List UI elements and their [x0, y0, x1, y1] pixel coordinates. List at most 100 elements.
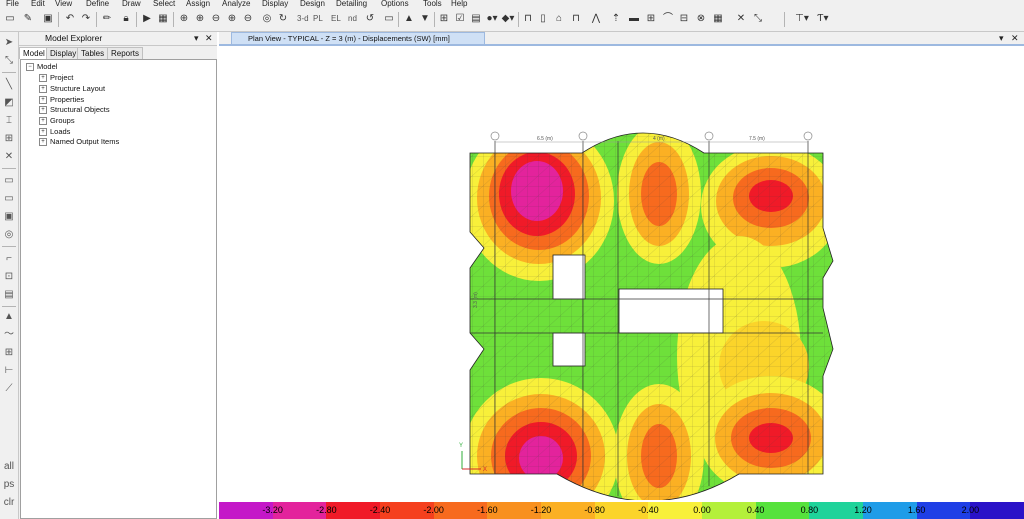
- table-icon[interactable]: ▤: [470, 12, 482, 26]
- draw-area-icon[interactable]: ▭: [2, 174, 16, 188]
- draw-link-icon[interactable]: ▬: [628, 12, 640, 26]
- model-check-icon[interactable]: ▦: [157, 12, 169, 26]
- pointer-icon[interactable]: ➤: [2, 36, 16, 50]
- draw-section-cut-icon[interactable]: ⊗: [695, 12, 707, 26]
- expand-icon[interactable]: +: [39, 106, 47, 115]
- expand-icon[interactable]: +: [39, 74, 47, 83]
- tree-node-named-output-items[interactable]: + Named Output Items: [39, 137, 119, 147]
- menu-assign[interactable]: Assign: [186, 0, 210, 8]
- draw-wall-icon[interactable]: ⌐: [2, 252, 16, 266]
- move-up-icon[interactable]: ▲: [403, 12, 415, 26]
- draw-column-icon[interactable]: ⌶: [2, 114, 16, 128]
- tab-plan-view[interactable]: Plan View - TYPICAL - Z = 3 (m) - Displa…: [231, 32, 485, 44]
- draw-dimension-icon[interactable]: ⊟: [678, 12, 690, 26]
- draw-ramp-icon[interactable]: ▲: [2, 310, 16, 324]
- close-icon[interactable]: ✕: [205, 32, 213, 45]
- tab-model[interactable]: Model: [19, 47, 49, 59]
- move-down-icon[interactable]: ▼: [419, 12, 431, 26]
- menu-edit[interactable]: Edit: [31, 0, 45, 8]
- lock-icon[interactable]: 🔒︎: [120, 12, 132, 26]
- tree-node-structure-layout[interactable]: + Structure Layout: [39, 84, 105, 94]
- menu-draw[interactable]: Draw: [122, 0, 141, 8]
- run-analysis-icon[interactable]: ▶: [141, 12, 153, 26]
- elevation-view-button[interactable]: EL: [331, 12, 341, 26]
- draw-wave-icon[interactable]: 〜: [2, 328, 16, 342]
- draw-circle-icon[interactable]: ◎: [2, 228, 16, 242]
- expand-icon[interactable]: +: [39, 128, 47, 137]
- select-previous-icon[interactable]: ps: [2, 478, 16, 492]
- draw-floor-icon[interactable]: ⌂: [553, 12, 565, 26]
- expand-icon[interactable]: +: [39, 138, 47, 147]
- menu-tools[interactable]: Tools: [423, 0, 442, 8]
- plan-view-button[interactable]: PL: [313, 12, 323, 26]
- menu-display[interactable]: Display: [262, 0, 288, 8]
- reshape-icon[interactable]: ⤡: [2, 54, 16, 68]
- window-menu-icon[interactable]: ▾: [999, 32, 1004, 44]
- draw-reference-icon[interactable]: ⤡: [752, 12, 764, 26]
- draw-brace-icon[interactable]: ⋀: [590, 12, 602, 26]
- expand-icon[interactable]: +: [39, 96, 47, 105]
- draw-rectangle-icon[interactable]: ▭: [2, 192, 16, 206]
- menu-options[interactable]: Options: [381, 0, 409, 8]
- clear-selection-icon[interactable]: clr: [2, 496, 16, 510]
- perspective-icon[interactable]: ▭: [383, 12, 395, 26]
- collapse-icon[interactable]: −: [26, 63, 34, 72]
- rotate-icon[interactable]: ↺: [364, 12, 376, 26]
- tree-node-properties[interactable]: + Properties: [39, 95, 84, 105]
- menu-help[interactable]: Help: [451, 0, 467, 8]
- draw-wall-icon[interactable]: ▯: [537, 12, 549, 26]
- 3d-view-button[interactable]: 3-d: [297, 12, 309, 26]
- object-shape-icon[interactable]: ◆▾: [502, 12, 515, 26]
- tab-display[interactable]: Display: [46, 47, 81, 59]
- menu-define[interactable]: Define: [86, 0, 109, 8]
- assign-dropdown-icon[interactable]: ⊤▾: [795, 12, 809, 26]
- select-all-icon[interactable]: all: [2, 460, 16, 474]
- draw-cross-brace-icon[interactable]: ✕: [2, 150, 16, 164]
- undo-icon[interactable]: ↶: [64, 12, 76, 26]
- menu-view[interactable]: View: [55, 0, 72, 8]
- draw-region-icon[interactable]: ▣: [2, 210, 16, 224]
- tree-node-structural-objects[interactable]: + Structural Objects: [39, 105, 110, 115]
- expand-icon[interactable]: +: [39, 85, 47, 94]
- draw-diagonal-icon[interactable]: ◩: [2, 96, 16, 110]
- tab-tables[interactable]: Tables: [77, 47, 109, 59]
- tree-node-model[interactable]: − Model: [26, 62, 57, 72]
- draw-dimension-icon[interactable]: ⊢: [2, 364, 16, 378]
- draw-beam-icon[interactable]: ⊞: [2, 132, 16, 146]
- displacement-contour-plot[interactable]: 6.5 (m) 4 (m) 7.5 (m) 3.3 (m) Y X: [219, 46, 1024, 500]
- draw-opening-icon[interactable]: ⊞: [645, 12, 657, 26]
- refresh-icon[interactable]: ↻: [277, 12, 289, 26]
- zoom-previous-icon[interactable]: ⊖: [242, 12, 254, 26]
- draw-slope-icon[interactable]: ⟋: [2, 382, 16, 396]
- pin-icon[interactable]: ▾: [194, 32, 199, 45]
- draw-tendon-icon[interactable]: ✕: [735, 12, 747, 26]
- redo-icon[interactable]: ↷: [80, 12, 92, 26]
- nd-view-button[interactable]: nd: [348, 12, 357, 26]
- zoom-window-icon[interactable]: ⊕: [178, 12, 190, 26]
- draw-slab-icon[interactable]: ⌒: [662, 12, 674, 26]
- menu-select[interactable]: Select: [153, 0, 175, 8]
- open-icon[interactable]: ✎: [22, 12, 34, 26]
- grid-icon[interactable]: ⊞: [438, 12, 450, 26]
- menu-design[interactable]: Design: [300, 0, 325, 8]
- draw-point-icon[interactable]: ⇡: [610, 12, 622, 26]
- draw-line-icon[interactable]: ╲: [2, 78, 16, 92]
- menu-detailing[interactable]: Detailing: [336, 0, 367, 8]
- tree-node-groups[interactable]: + Groups: [39, 116, 75, 126]
- new-model-icon[interactable]: ▭: [4, 12, 16, 26]
- zoom-in-icon[interactable]: ⊕: [194, 12, 206, 26]
- menu-file[interactable]: File: [6, 0, 19, 8]
- draw-frame-icon[interactable]: ⊓: [522, 12, 534, 26]
- display-options-icon[interactable]: ●▾: [486, 12, 498, 26]
- tree-node-project[interactable]: + Project: [39, 73, 73, 83]
- menu-analyze[interactable]: Analyze: [222, 0, 250, 8]
- tab-reports[interactable]: Reports: [107, 47, 144, 59]
- checkbox-icon[interactable]: ☑: [454, 12, 466, 26]
- draw-wall-stack-icon[interactable]: ⊡: [2, 270, 16, 284]
- close-view-icon[interactable]: ✕: [1011, 32, 1019, 44]
- draw-mesh-icon[interactable]: ⊞: [2, 346, 16, 360]
- pencil-icon[interactable]: ✏: [101, 12, 113, 26]
- tree-node-loads[interactable]: + Loads: [39, 127, 70, 137]
- save-icon[interactable]: ▣: [42, 12, 54, 26]
- zoom-out-icon[interactable]: ⊖: [210, 12, 222, 26]
